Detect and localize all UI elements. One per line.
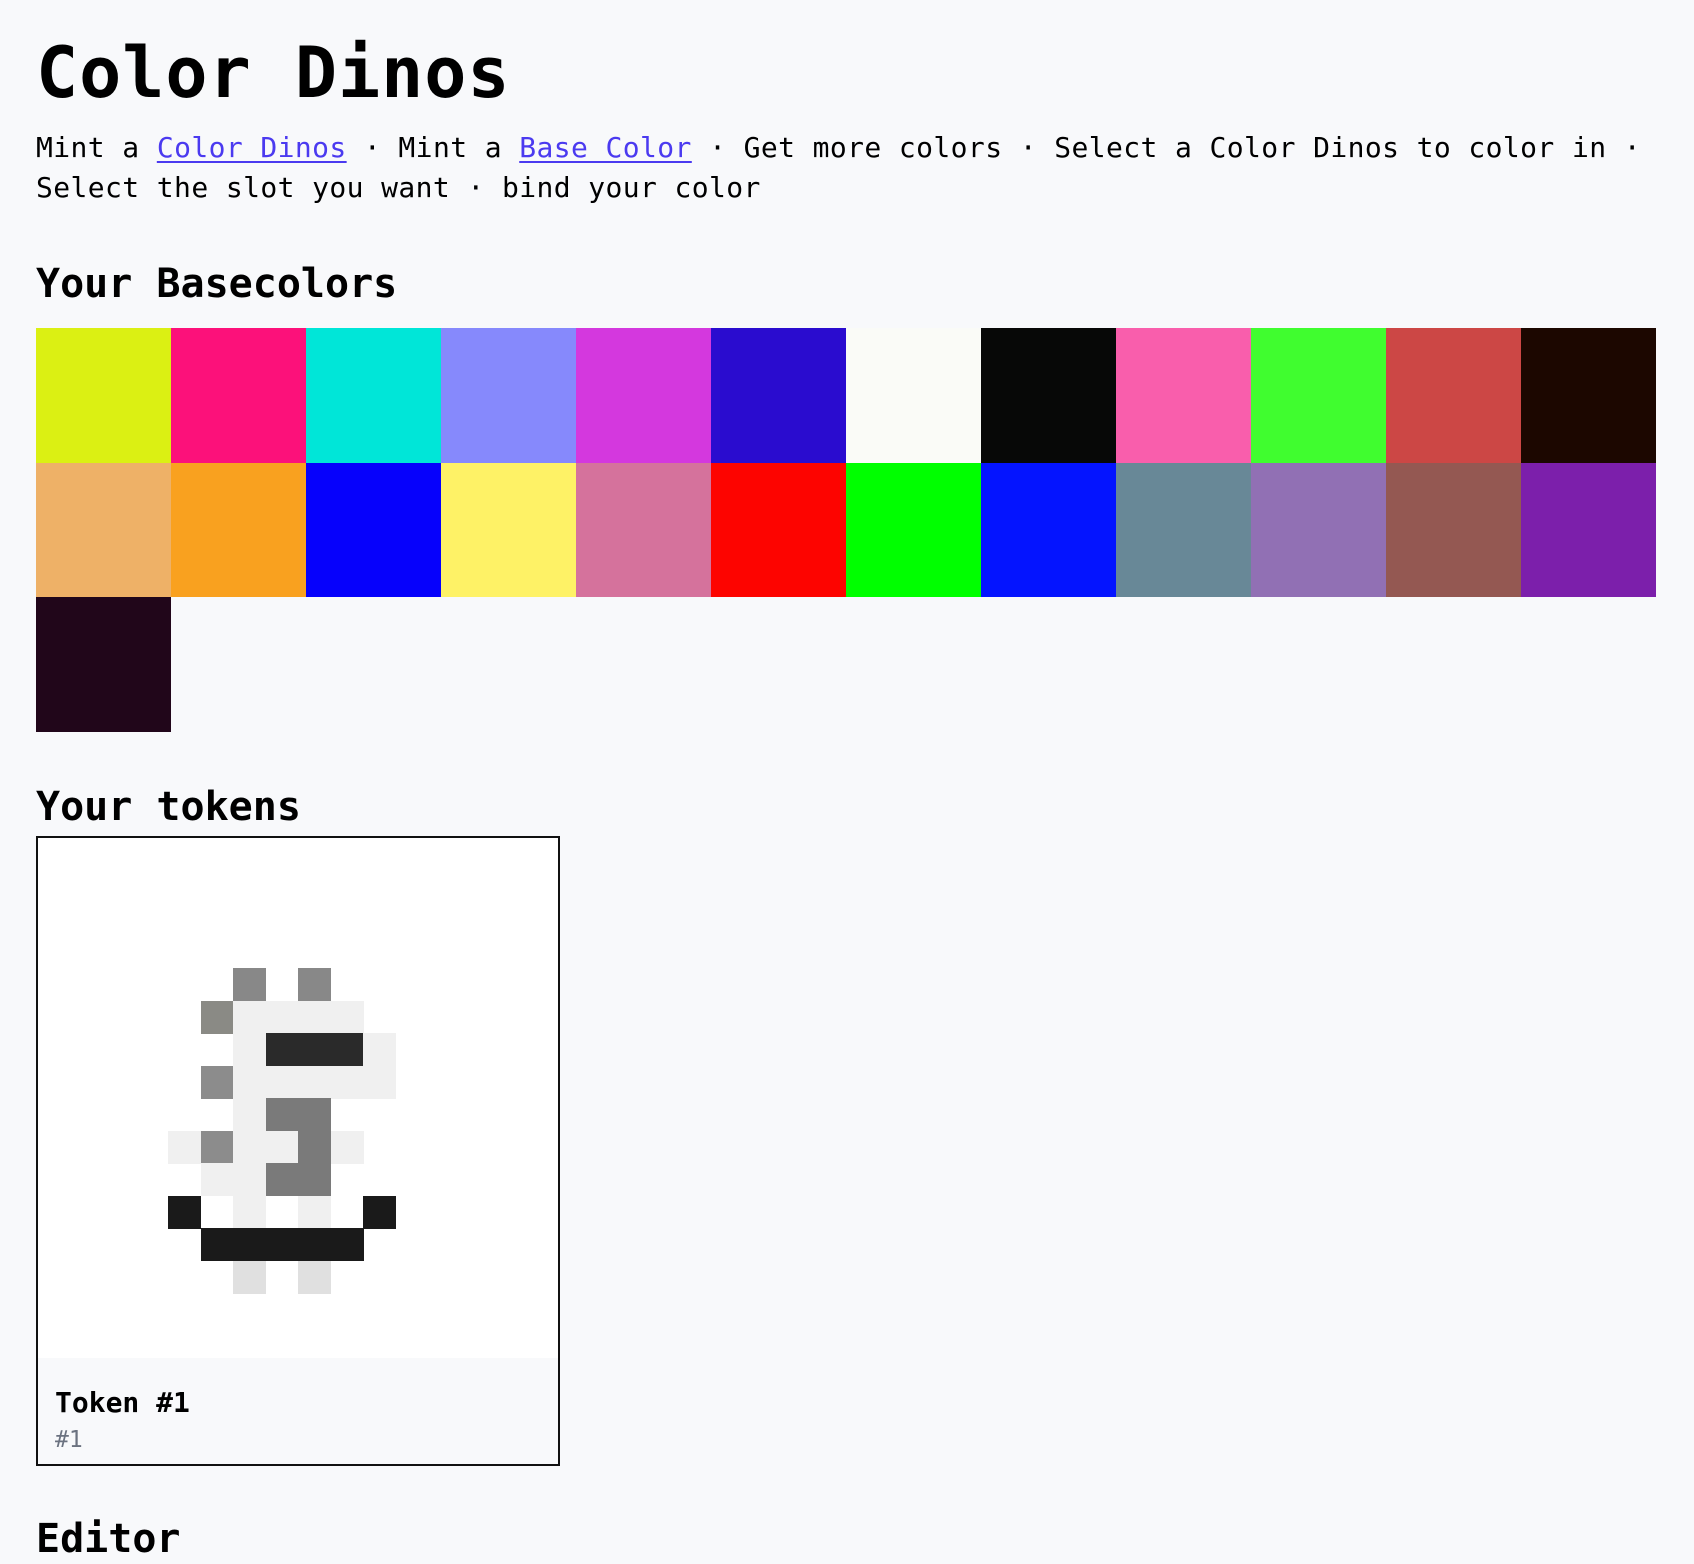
page-title: Color Dinos (36, 32, 511, 114)
dino-pixel (200, 1163, 266, 1196)
basecolor-swatch[interactable] (576, 328, 711, 463)
token-name: Token #1 (55, 1386, 190, 1419)
dino-pixel (168, 1130, 201, 1164)
dino-pixel (200, 1228, 364, 1261)
token-card[interactable]: Token #1 #1 (36, 836, 560, 1466)
basecolor-swatch[interactable] (1116, 328, 1251, 463)
basecolor-swatch-grid (36, 328, 1656, 732)
basecolor-swatch[interactable] (981, 462, 1116, 597)
basecolor-swatch[interactable] (1251, 462, 1386, 597)
basecolor-swatch[interactable] (1116, 462, 1251, 597)
dino-pixel (298, 1130, 331, 1164)
dino-pixel (298, 1260, 331, 1294)
dino-pixel (233, 1098, 266, 1131)
basecolor-swatch[interactable] (1521, 462, 1656, 597)
token-footer: Token #1 #1 (38, 1358, 558, 1464)
basecolor-swatch[interactable] (1386, 328, 1521, 463)
intro-instructions: Mint a Color Dinos · Mint a Base Color ·… (36, 128, 1656, 208)
dino-pixel (363, 1195, 396, 1229)
dino-pixel (265, 1033, 364, 1066)
basecolor-swatch[interactable] (306, 462, 441, 597)
intro-text-1: Mint a (36, 131, 157, 164)
color-dinos-link[interactable]: Color Dinos (157, 131, 347, 164)
dino-pixel (233, 1195, 266, 1229)
basecolor-swatch[interactable] (711, 462, 846, 597)
basecolor-swatch[interactable] (981, 328, 1116, 463)
dino-pixel (363, 1033, 396, 1066)
basecolor-swatch[interactable] (1521, 328, 1656, 463)
basecolor-swatch[interactable] (441, 328, 576, 463)
intro-text-2: · Mint a (346, 131, 520, 164)
token-id: #1 (55, 1427, 83, 1453)
basecolor-swatch[interactable] (441, 462, 576, 597)
dino-pixel (233, 1000, 364, 1034)
dino-pixel (233, 1033, 266, 1066)
dino-pixel (168, 1195, 201, 1229)
dino-pixel (265, 1098, 331, 1131)
basecolor-swatch[interactable] (36, 328, 171, 463)
dino-pixel (233, 1260, 266, 1294)
dino-pixel (233, 1065, 396, 1099)
basecolor-swatch[interactable] (711, 328, 846, 463)
dino-pixel-art (38, 838, 558, 1358)
basecolor-swatch[interactable] (1386, 462, 1521, 597)
basecolor-swatch[interactable] (846, 462, 981, 597)
basecolor-swatch[interactable] (171, 462, 306, 597)
dino-pixel (233, 1130, 299, 1164)
basecolor-swatch[interactable] (1251, 328, 1386, 463)
dino-pixel (330, 1130, 364, 1164)
basecolor-swatch[interactable] (171, 328, 306, 463)
basecolor-swatch[interactable] (36, 597, 171, 732)
basecolor-swatch[interactable] (576, 462, 711, 597)
dino-pixel (265, 1163, 331, 1196)
dino-pixel (200, 1065, 234, 1099)
dino-pixel (200, 1000, 234, 1034)
editor-heading: Editor (36, 1516, 181, 1562)
tokens-heading: Your tokens (36, 784, 301, 830)
dino-pixel (200, 1130, 234, 1164)
dino-pixel (233, 968, 266, 1001)
basecolor-swatch[interactable] (846, 328, 981, 463)
dino-pixel (298, 1195, 331, 1229)
basecolors-heading: Your Basecolors (36, 261, 398, 307)
dino-pixel (298, 968, 331, 1001)
basecolor-swatch[interactable] (36, 462, 171, 597)
basecolor-swatch[interactable] (306, 328, 441, 463)
base-color-link[interactable]: Base Color (519, 131, 692, 164)
